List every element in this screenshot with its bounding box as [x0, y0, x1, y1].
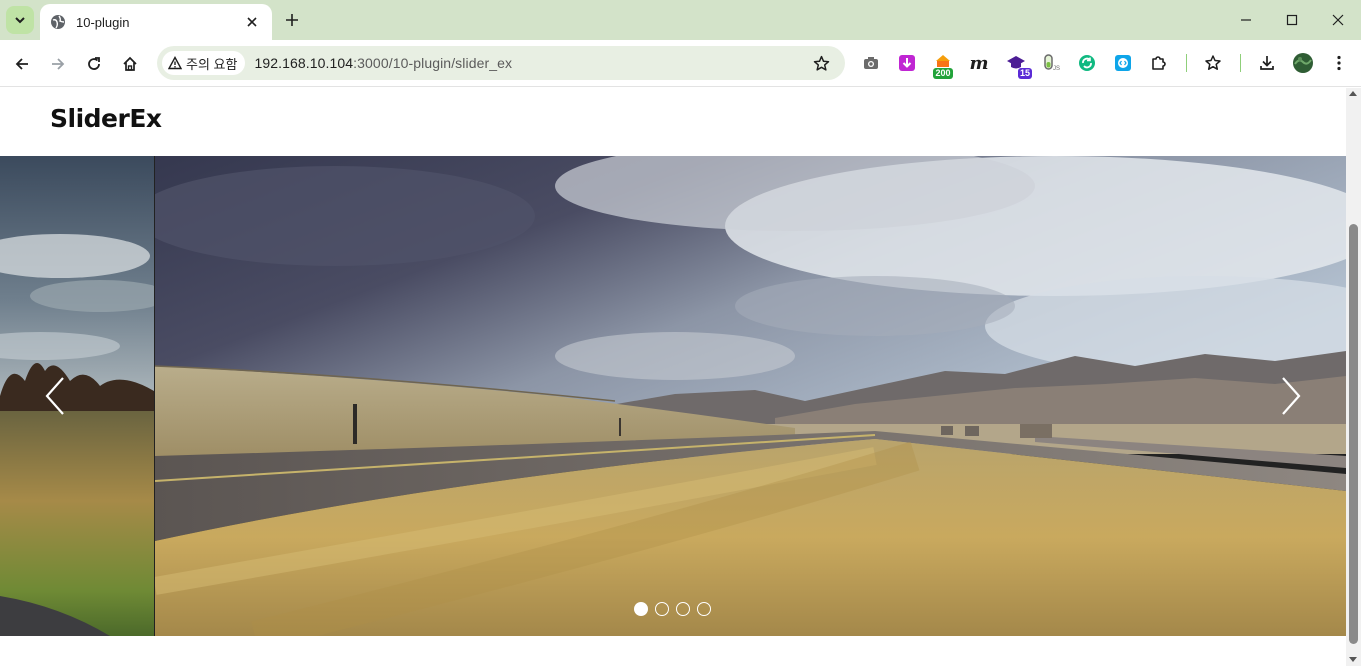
camera-icon: [864, 57, 878, 69]
browser-toolbar: 주의 요함 192.168.10.104:3000/10-plugin/slid…: [0, 40, 1361, 87]
slider-next-button[interactable]: [1276, 376, 1306, 416]
toolbar-divider: [1186, 54, 1187, 72]
counter-extension[interactable]: 200: [932, 52, 954, 79]
slider-dot[interactable]: [697, 602, 711, 616]
globe-icon: [50, 14, 66, 30]
maximize-button[interactable]: [1269, 0, 1315, 40]
arrow-left-icon: [15, 58, 28, 70]
code-ext-icon: [1115, 55, 1131, 71]
counter-badge: 200: [933, 68, 953, 79]
chevron-down-icon: [15, 17, 25, 24]
screenshot-extension[interactable]: [860, 52, 882, 74]
star-icon: [813, 55, 829, 71]
address-bar[interactable]: 주의 요함 192.168.10.104:3000/10-plugin/slid…: [157, 46, 845, 80]
grad-cap-extension[interactable]: 15: [1005, 52, 1032, 79]
m-extension[interactable]: m: [968, 52, 990, 74]
tab-close-icon[interactable]: [242, 12, 262, 32]
grad-cap-badge: 15: [1017, 68, 1032, 79]
new-tab-button[interactable]: [280, 8, 304, 32]
tab-search-button[interactable]: [6, 6, 34, 34]
page-content: SliderEx: [0, 88, 1346, 666]
bookmark-star-button[interactable]: [811, 53, 831, 73]
code-extension[interactable]: [1112, 52, 1134, 74]
tab-strip: 10-plugin: [0, 0, 1361, 40]
chevron-right-icon: [1282, 377, 1301, 415]
sync-extension[interactable]: [1076, 52, 1098, 74]
reload-button[interactable]: [80, 50, 108, 78]
slide-active: [155, 156, 1346, 636]
scroll-thumb[interactable]: [1349, 224, 1358, 644]
scroll-up-arrow-icon[interactable]: [1349, 91, 1357, 96]
scroll-down-arrow-icon[interactable]: [1349, 657, 1357, 662]
slider-pagination: [634, 602, 711, 616]
landscape-image-active: [155, 156, 1346, 636]
puzzle-icon: [1152, 56, 1166, 70]
url-path: :3000/10-plugin/slider_ex: [353, 55, 513, 71]
reload-icon: [88, 57, 100, 70]
plus-icon: [286, 14, 298, 26]
close-icon: [1332, 14, 1344, 26]
page-title: SliderEx: [50, 104, 162, 133]
browser-tab[interactable]: 10-plugin: [40, 4, 272, 40]
download-extension[interactable]: [896, 52, 918, 74]
arrow-right-icon: [52, 58, 65, 70]
maximize-icon: [1286, 14, 1298, 26]
url-host: 192.168.10.104: [254, 55, 354, 71]
toolbar-divider: [1240, 54, 1241, 72]
back-button[interactable]: [8, 50, 36, 78]
download-icon: [1260, 56, 1274, 70]
reading-list-button[interactable]: [1202, 52, 1224, 74]
slider-dot[interactable]: [655, 602, 669, 616]
warning-icon: [168, 56, 182, 70]
home-icon: [123, 56, 137, 71]
tab-title: 10-plugin: [76, 14, 130, 30]
avatar-icon: [1293, 53, 1313, 73]
sync-ext-icon: [1079, 55, 1095, 71]
chevron-left-icon: [45, 377, 64, 415]
downloads-button[interactable]: [1256, 52, 1278, 74]
landscape-image-previous: [0, 156, 154, 636]
home-button[interactable]: [116, 50, 144, 78]
browser-menu-button[interactable]: [1328, 52, 1350, 74]
profile-avatar[interactable]: [1292, 52, 1314, 74]
extensions-menu-button[interactable]: [1148, 52, 1170, 74]
kebab-menu-icon: [1337, 55, 1341, 71]
js-extension[interactable]: JS: [1040, 52, 1062, 74]
download-ext-icon: [899, 55, 915, 71]
url-text: 192.168.10.104:3000/10-plugin/slider_ex: [254, 55, 512, 71]
star-list-icon: [1205, 55, 1221, 70]
page-scrollbar[interactable]: [1346, 88, 1361, 666]
slider-dot[interactable]: [634, 602, 648, 616]
slider-dot[interactable]: [676, 602, 690, 616]
minimize-button[interactable]: [1223, 0, 1269, 40]
minimize-icon: [1241, 19, 1251, 21]
security-chip[interactable]: 주의 요함: [162, 51, 246, 75]
slider-prev-button[interactable]: [40, 376, 70, 416]
js-ext-icon: JS: [1044, 54, 1060, 72]
m-ext-icon: m: [969, 52, 989, 74]
security-label: 주의 요함: [186, 56, 238, 72]
image-slider[interactable]: [0, 156, 1346, 636]
slide-previous: [0, 156, 154, 636]
svg-text:JS: JS: [1053, 66, 1060, 72]
close-window-button[interactable]: [1315, 0, 1361, 40]
forward-button[interactable]: [44, 50, 72, 78]
